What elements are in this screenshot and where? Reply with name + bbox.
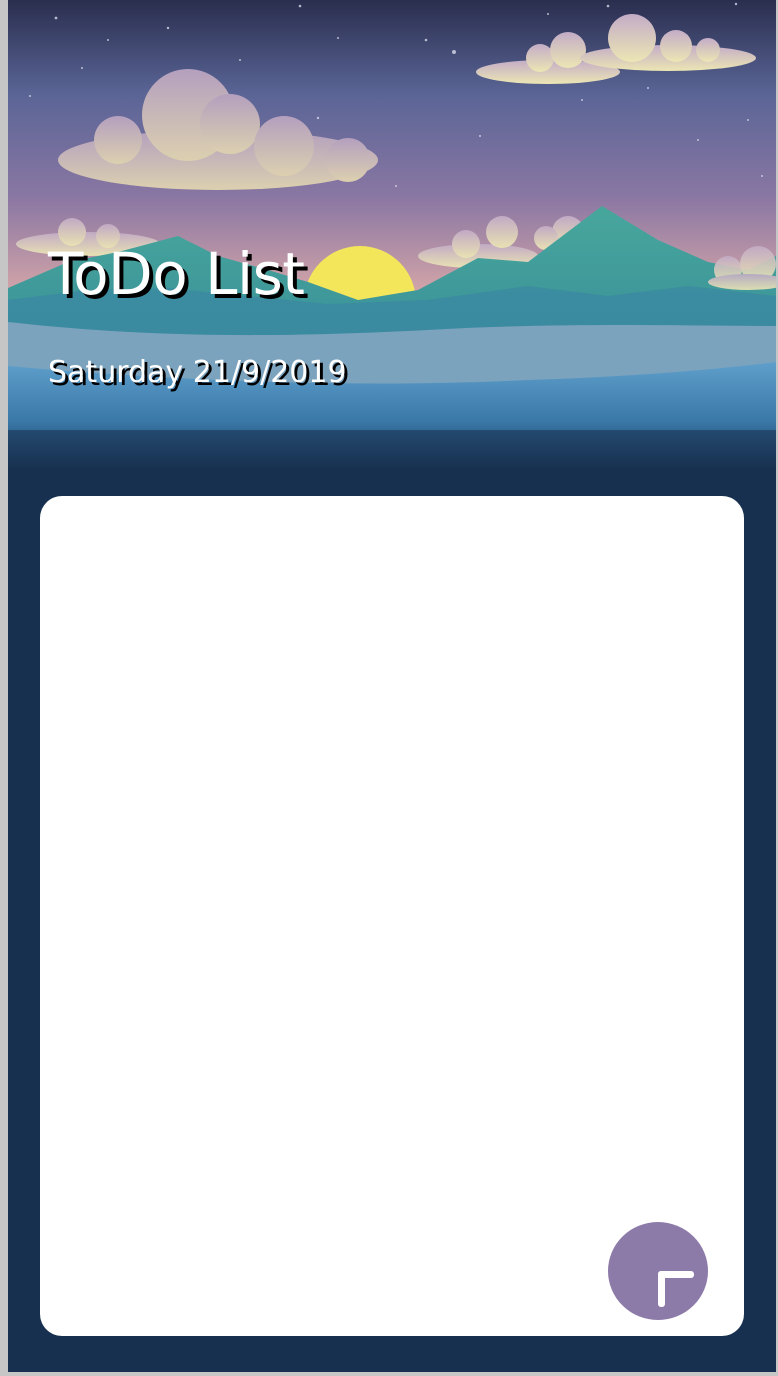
add-todo-button[interactable]: [608, 1222, 708, 1320]
todo-list-card: [40, 496, 744, 1336]
current-date: Saturday 21/9/2019: [48, 355, 347, 390]
app-screen: ToDo List Saturday 21/9/2019: [8, 0, 776, 1372]
page-title: ToDo List: [48, 240, 305, 308]
header-banner: ToDo List Saturday 21/9/2019: [8, 0, 776, 470]
landscape-illustration: [8, 0, 776, 470]
